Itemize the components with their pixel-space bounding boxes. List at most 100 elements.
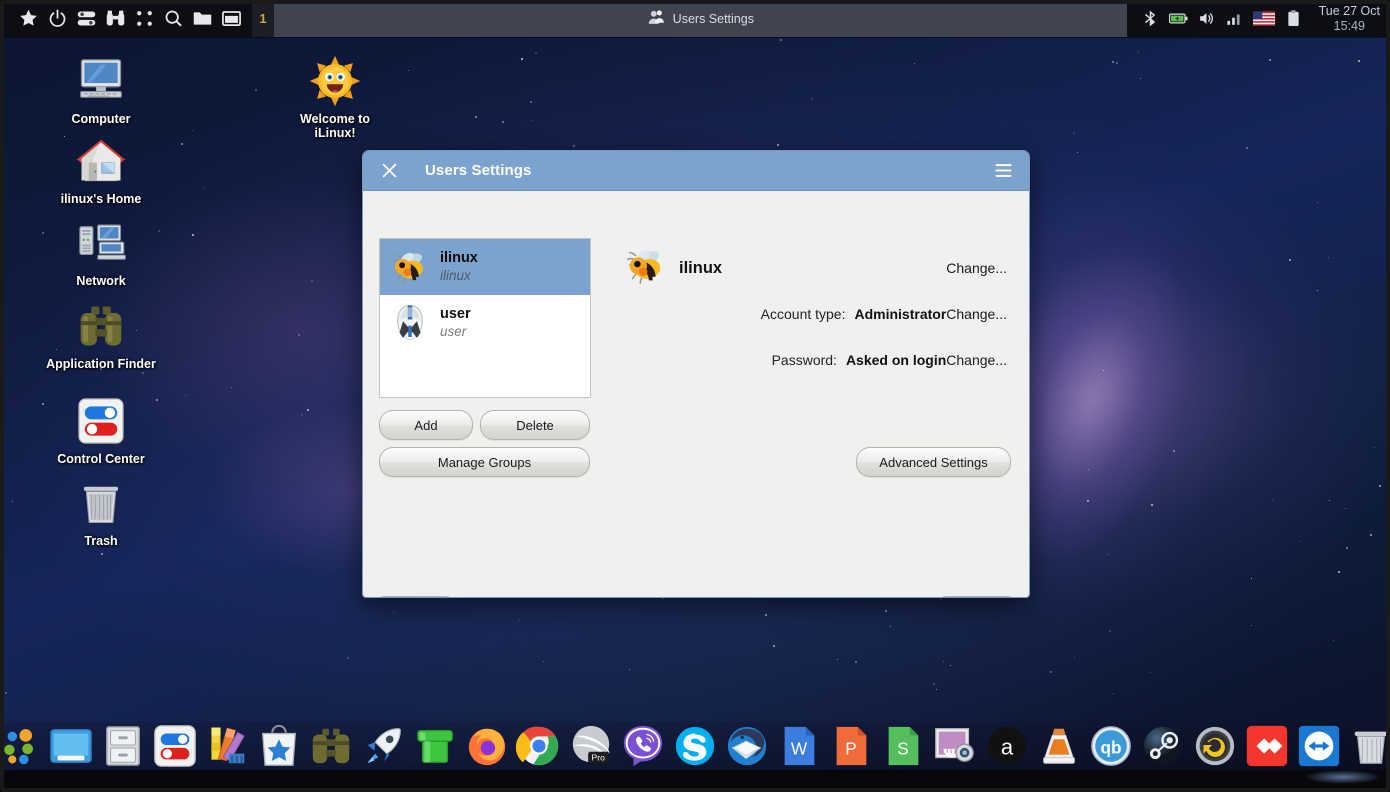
dock-item-qbittorrent[interactable]: qb	[1088, 723, 1134, 769]
advanced-settings-button[interactable]: Advanced Settings	[856, 447, 1011, 477]
user-list-item-user[interactable]: user user	[380, 295, 590, 351]
user-list-item-login: ilinux	[440, 267, 471, 283]
keyboard-layout-flag-icon[interactable]	[1252, 9, 1275, 28]
window-titlebar[interactable]: Users Settings	[363, 151, 1029, 191]
add-user-button[interactable]: Add	[379, 410, 473, 440]
dock-item-screenshot[interactable]	[932, 723, 978, 769]
dock-item-app-grid[interactable]	[0, 723, 42, 769]
trash-icon	[75, 477, 127, 529]
desktop-icon-welcome[interactable]: Welcome to iLinux!	[280, 55, 390, 141]
desktop-icon-label: Control Center	[57, 452, 145, 466]
dock-item-writer[interactable]: W	[776, 723, 822, 769]
trooper-avatar-icon	[389, 302, 431, 344]
clock[interactable]: Tue 27 Oct 15:49	[1314, 0, 1390, 37]
window-icon[interactable]	[221, 8, 242, 29]
users-icon	[647, 8, 666, 30]
control-center-icon	[75, 395, 127, 447]
top-panel: 1 Users Settings Tue 27 Oct 15:49	[0, 0, 1390, 37]
svg-text:P: P	[845, 739, 857, 759]
dock-item-anydesk[interactable]: a	[984, 723, 1030, 769]
dock-item-window-manager[interactable]	[48, 723, 94, 769]
dock-item-thunderbird[interactable]	[724, 723, 770, 769]
home-icon	[75, 135, 127, 187]
users-settings-window[interactable]: Users Settings ilinux ilinux user user A…	[362, 150, 1030, 598]
dock-item-presentation[interactable]: P	[828, 723, 874, 769]
applications-menu-icon[interactable]	[18, 8, 39, 29]
change-password-link[interactable]: Change...	[946, 352, 1013, 368]
dock-glow	[1304, 770, 1382, 784]
password-label: Password:	[771, 352, 837, 368]
binoculars-icon[interactable]	[105, 8, 126, 29]
delete-user-button[interactable]: Delete	[480, 410, 590, 440]
clipboard-icon[interactable]	[1284, 9, 1303, 28]
password-value: Asked on login	[845, 352, 947, 368]
clock-time: 15:49	[1333, 18, 1365, 33]
system-tray	[1126, 0, 1315, 37]
workspace-switcher[interactable]: 1	[252, 0, 274, 37]
battery-icon[interactable]	[1168, 9, 1188, 28]
dock-item-binoculars[interactable]	[308, 723, 354, 769]
dock-item-viber[interactable]	[620, 723, 666, 769]
dock-item-teamviewer[interactable]	[1296, 723, 1342, 769]
user-list-panel: ilinux ilinux user user	[379, 238, 591, 398]
dock-items: Pro W P S a qb	[0, 722, 1390, 770]
user-list[interactable]: ilinux ilinux user user	[379, 238, 591, 398]
taskbar-item-users-settings[interactable]: Users Settings	[635, 5, 766, 33]
folder-icon[interactable]	[192, 8, 213, 29]
bee-avatar-icon	[389, 246, 431, 288]
desktop-icon-control-center[interactable]: Control Center	[46, 395, 156, 466]
desktop-icon-home[interactable]: ilinux's Home	[46, 135, 156, 206]
grid-dots-icon[interactable]	[134, 8, 155, 29]
user-list-item-name: user	[440, 306, 471, 323]
settings-toggle-icon[interactable]	[76, 8, 97, 29]
panel-launcher-group	[0, 0, 252, 37]
dock-item-green-pipe[interactable]	[412, 723, 458, 769]
desktop-icon-computer[interactable]: Computer	[46, 55, 156, 126]
network-icon	[75, 217, 127, 269]
taskbar-item-label: Users Settings	[672, 11, 754, 26]
manage-groups-button[interactable]: Manage Groups	[379, 447, 590, 477]
desktop-icon-label: Trash	[84, 534, 118, 548]
desktop-icon-trash[interactable]: Trash	[46, 477, 156, 548]
dock-item-software-store[interactable]	[256, 723, 302, 769]
dock-item-vlc[interactable]	[1036, 723, 1082, 769]
dock-item-color-palette[interactable]	[204, 723, 250, 769]
dock-item-backup-restore[interactable]	[1192, 723, 1238, 769]
detail-username: ilinux	[679, 258, 723, 277]
dock-item-opera-pro[interactable]: Pro	[568, 723, 614, 769]
bluetooth-icon[interactable]	[1141, 9, 1160, 28]
dock-item-file-cabinet[interactable]	[100, 723, 146, 769]
desktop-icon-application-finder[interactable]: Application Finder	[46, 300, 156, 371]
bee-avatar-icon[interactable]	[623, 243, 669, 294]
dock-item-firefox[interactable]	[464, 723, 510, 769]
dock-item-steam[interactable]	[1140, 723, 1186, 769]
desktop-icon-label: Computer	[71, 112, 131, 126]
change-username-link[interactable]: Change...	[946, 260, 1013, 276]
search-icon[interactable]	[163, 8, 184, 29]
hamburger-menu-icon[interactable]	[991, 159, 1015, 183]
network-signal-icon[interactable]	[1225, 9, 1244, 28]
change-account-type-link[interactable]: Change...	[946, 306, 1013, 322]
dock-item-resilio-sync[interactable]	[1244, 723, 1290, 769]
account-type-value: Administrator	[854, 306, 947, 322]
account-type-label: Account type:	[760, 306, 846, 322]
dock-item-chrome[interactable]	[515, 723, 562, 769]
dock-item-control-center[interactable]	[152, 723, 198, 769]
close-icon[interactable]	[377, 159, 401, 183]
window-title: Users Settings	[425, 162, 532, 179]
dock-item-spreadsheet[interactable]: S	[880, 723, 926, 769]
desktop-icon-network[interactable]: Network	[46, 217, 156, 288]
dock-item-skype[interactable]	[672, 723, 718, 769]
dock-item-trash[interactable]	[1348, 723, 1390, 769]
help-button[interactable]: Help	[371, 596, 459, 597]
dock-item-rocket[interactable]	[360, 723, 406, 769]
svg-text:W: W	[791, 739, 808, 759]
desktop-icon-label: Network	[76, 274, 126, 288]
volume-icon[interactable]	[1197, 9, 1216, 28]
user-list-item-ilinux[interactable]: ilinux ilinux	[380, 239, 590, 295]
svg-text:qb: qb	[1100, 738, 1121, 758]
power-icon[interactable]	[47, 8, 68, 29]
detail-row-account-type: Account type: Administrator Change...	[599, 298, 1013, 330]
clock-date: Tue 27 Oct	[1318, 4, 1380, 19]
close-button[interactable]: Close	[933, 596, 1021, 597]
